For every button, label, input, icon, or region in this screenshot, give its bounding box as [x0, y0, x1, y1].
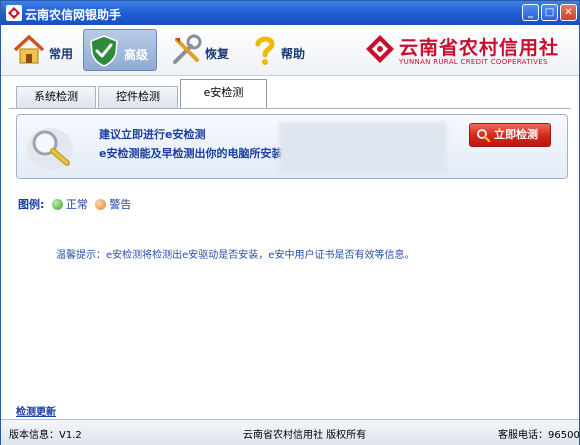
shield-check-icon — [90, 35, 118, 67]
window-title: 云南农信网银助手 — [25, 8, 122, 22]
tools-icon — [173, 34, 202, 64]
legend-warning-label: 警告 — [109, 198, 132, 211]
scan-now-label: 立即检测 — [494, 128, 538, 141]
blurred-region — [279, 122, 447, 173]
title-bar[interactable]: 云南农信网银助手 _ □ ✕ — [1, 1, 579, 25]
search-icon — [477, 129, 490, 142]
suggestion-text: 建议立即进行e安检测 — [99, 128, 206, 141]
brand-logo: 云南省农村信用社 YUNNAN RURAL CREDIT COOPERATIVE… — [365, 31, 575, 71]
status-ok-icon — [51, 199, 63, 210]
minimize-button[interactable]: _ — [522, 4, 539, 21]
tab-bar: 系统检测 控件检测 e安检测 — [1, 76, 579, 108]
legend-title: 图例: — [18, 198, 45, 211]
tab-esafe-check[interactable]: e安检测 — [180, 79, 267, 108]
status-warning-icon — [95, 199, 107, 210]
tab-divider — [9, 108, 571, 109]
esafe-check-panel: 建议立即进行e安检测 e安检测能及早检测出你的电脑所安装的 立即检测 — [16, 114, 568, 179]
toolbar-help-button[interactable]: 帮助 — [245, 29, 315, 71]
toolbar-help-label: 帮助 — [281, 47, 306, 61]
tab-system-check[interactable]: 系统检测 — [16, 86, 96, 108]
toolbar-common-label: 常用 — [49, 47, 74, 61]
app-window: 云南农信网银助手 _ □ ✕ 常用 高级 恢复 帮助 云南省农村信用社 YUNN… — [0, 0, 580, 445]
tip-text: 温馨提示：e安检测将检测出e安驱动是否安装，e安中用户证书是否有效等信息。 — [56, 250, 415, 261]
toolbar-common-button[interactable]: 常用 — [9, 29, 79, 71]
description-text: e安检测能及早检测出你的电脑所安装的 — [99, 147, 294, 160]
service-phone: 客服电话：96500 — [498, 430, 580, 441]
tab-control-check[interactable]: 控件检测 — [98, 86, 178, 108]
legend: 图例: 正常 警告 — [18, 196, 131, 212]
toolbar: 常用 高级 恢复 帮助 云南省农村信用社 YUNNAN RURAL CREDIT… — [1, 25, 579, 76]
question-mark-icon — [255, 36, 275, 65]
toolbar-restore-button[interactable]: 恢复 — [167, 29, 237, 71]
brand-name-en: YUNNAN RURAL CREDIT COOPERATIVES — [399, 58, 548, 66]
status-bar: 版本信息：V1.2 云南省农村信用社 版权所有 客服电话：96500 — [1, 419, 580, 445]
magnifier-icon — [27, 128, 73, 170]
rural-credit-logo-icon — [366, 35, 394, 63]
legend-ok-label: 正常 — [65, 198, 88, 211]
toolbar-advanced-label: 高级 — [124, 48, 149, 62]
toolbar-restore-label: 恢复 — [205, 47, 230, 61]
close-button[interactable]: ✕ — [560, 4, 577, 21]
version-info: 版本信息：V1.2 — [9, 430, 82, 441]
copyright-text: 云南省农村信用社 版权所有 — [243, 430, 367, 441]
brand-name-cn: 云南省农村信用社 — [399, 37, 560, 59]
app-logo-icon — [6, 5, 22, 21]
house-icon — [13, 35, 45, 64]
scan-now-button[interactable]: 立即检测 — [469, 123, 551, 147]
check-update-link[interactable]: 检测更新 — [16, 403, 56, 418]
toolbar-advanced-button[interactable]: 高级 — [83, 29, 157, 71]
maximize-button[interactable]: □ — [541, 4, 558, 21]
